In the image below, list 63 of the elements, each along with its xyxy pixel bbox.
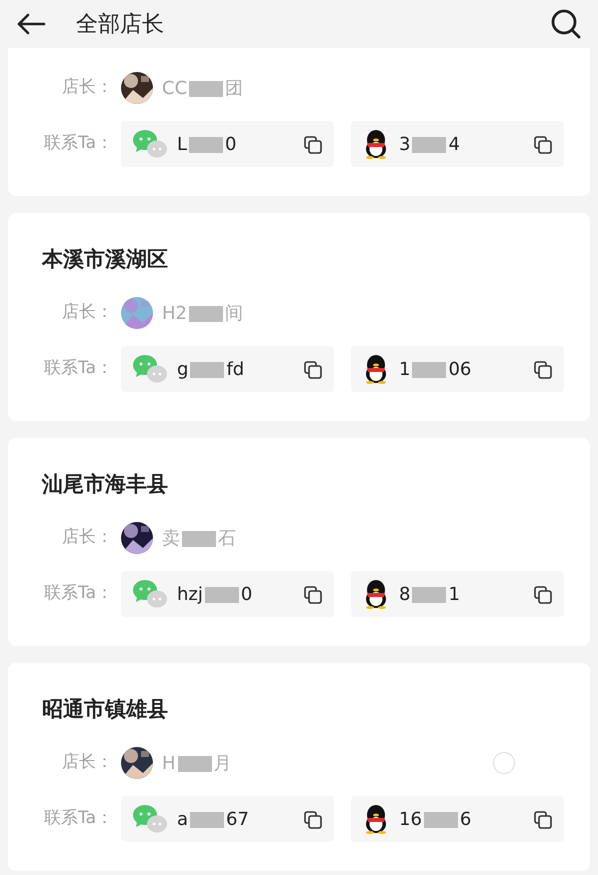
redaction-mark — [190, 362, 224, 378]
field-label: 联系Ta： — [43, 582, 114, 606]
wechat-icon — [133, 129, 167, 159]
redaction-mark — [424, 812, 458, 828]
search-icon[interactable] — [550, 8, 582, 40]
owner-name: 卖 石 — [162, 526, 236, 550]
redaction-mark — [189, 306, 223, 322]
copy-icon[interactable] — [304, 136, 322, 154]
redaction-mark — [178, 756, 212, 772]
wechat-contact[interactable]: hzj 0 — [121, 571, 334, 617]
redaction-mark — [204, 586, 239, 603]
field-label: 联系Ta： — [43, 807, 114, 830]
qq-contact[interactable]: 3 4 — [351, 121, 564, 167]
wechat-contact[interactable]: g fd — [121, 346, 334, 392]
penguin-icon — [363, 804, 389, 834]
wechat-icon — [133, 579, 167, 609]
contact-id: 8 1 — [399, 582, 461, 606]
wechat-contact[interactable]: L 0 — [121, 121, 334, 167]
contact-id: a 67 — [177, 808, 250, 832]
copy-icon[interactable] — [304, 360, 322, 379]
redaction-mark — [190, 812, 224, 828]
copy-icon[interactable] — [304, 586, 322, 604]
redaction-mark — [412, 362, 446, 378]
redaction-mark — [412, 586, 446, 603]
region-title: 昭通市镇雄县 — [41, 696, 169, 723]
qq-contact[interactable]: 1 06 — [351, 346, 564, 392]
back-icon[interactable] — [16, 13, 46, 35]
copy-icon[interactable] — [534, 810, 552, 829]
owner-name: H 月 — [162, 752, 232, 776]
copy-icon[interactable] — [534, 136, 552, 154]
copy-icon[interactable] — [304, 810, 322, 829]
contact-id: hzj 0 — [177, 582, 254, 606]
owner-name: H2 间 — [162, 302, 243, 326]
region-title: 汕尾市海丰县 — [40, 471, 169, 498]
qq-contact[interactable]: 16 6 — [351, 796, 564, 842]
field-label: 店长： — [61, 76, 114, 100]
wechat-contact[interactable]: a 67 — [121, 796, 334, 842]
contact-id: 16 6 — [399, 808, 472, 832]
field-label: 店长： — [61, 301, 114, 324]
copy-icon[interactable] — [534, 360, 552, 379]
penguin-icon — [363, 129, 389, 159]
wechat-icon — [133, 354, 167, 384]
field-label: 店长： — [61, 751, 114, 774]
penguin-icon — [363, 354, 389, 384]
contact-id: g fd — [177, 358, 246, 382]
contact-id: 3 4 — [399, 132, 461, 156]
field-label: 联系Ta： — [43, 132, 114, 156]
page-title: 全部店长 — [76, 10, 164, 38]
wechat-icon — [133, 804, 167, 834]
penguin-icon — [363, 579, 389, 609]
redaction-mark — [189, 80, 224, 97]
qq-contact[interactable]: 8 1 — [351, 571, 564, 617]
redaction-mark — [412, 136, 446, 153]
contact-id: L 0 — [177, 132, 238, 156]
field-label: 店长： — [61, 526, 114, 550]
circle-icon — [493, 752, 515, 774]
copy-icon[interactable] — [534, 586, 552, 604]
owner-name: CC 团 — [162, 76, 244, 100]
redaction-mark — [182, 530, 216, 547]
region-title: 本溪市溪湖区 — [40, 246, 169, 273]
contact-id: 1 06 — [399, 358, 472, 382]
field-label: 联系Ta： — [43, 357, 114, 380]
redaction-mark — [189, 136, 224, 153]
